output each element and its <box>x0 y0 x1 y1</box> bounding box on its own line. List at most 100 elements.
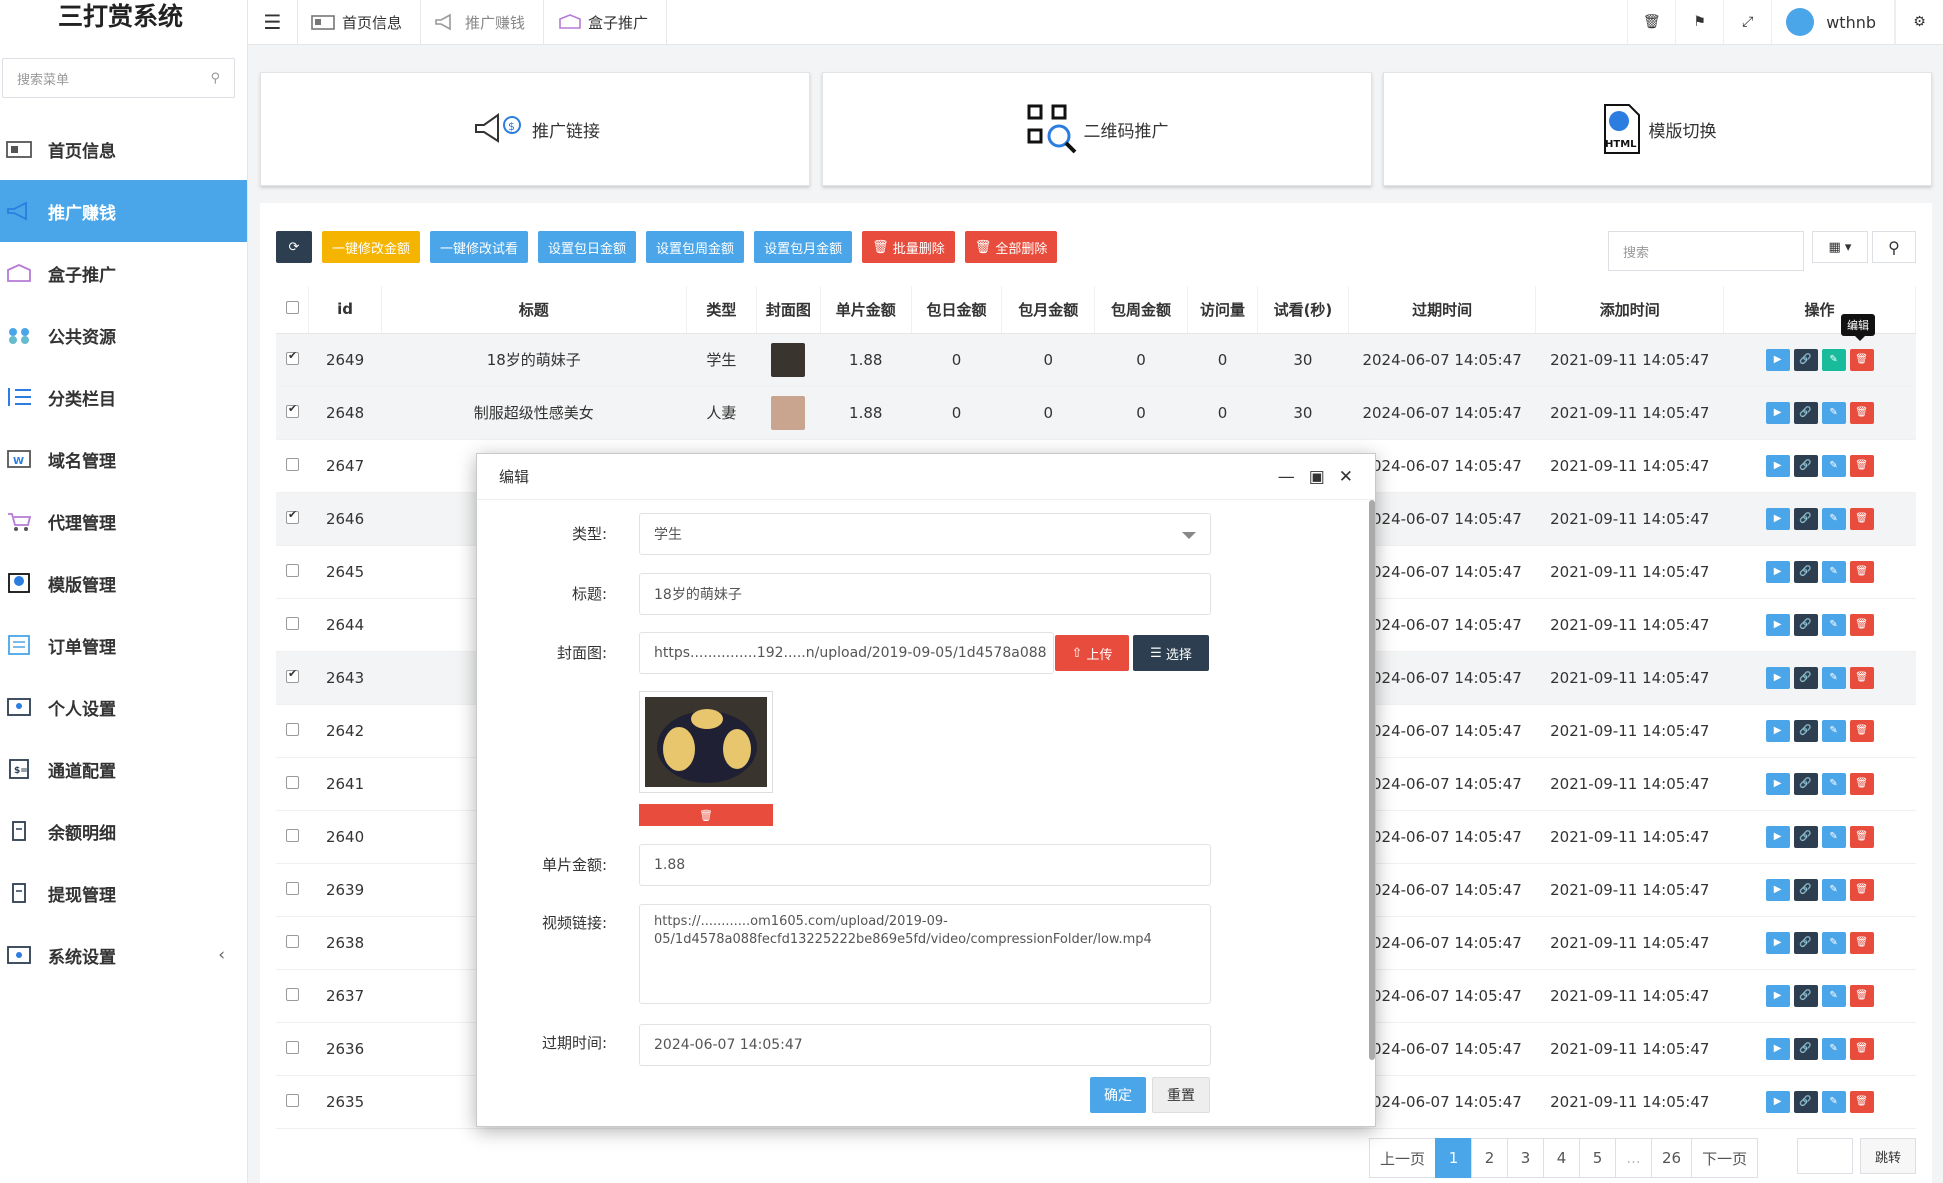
link-icon[interactable]: 🔗 <box>1793 666 1818 689</box>
edit-icon[interactable]: ✎ <box>1821 719 1846 742</box>
trash-icon[interactable]: 🗑 <box>1627 0 1675 44</box>
edit-icon[interactable]: ✎ <box>1821 931 1846 954</box>
bulk-edit-trial-button[interactable]: 一键修改试看 <box>430 231 529 263</box>
edit-icon[interactable]: ✎ <box>1821 560 1846 583</box>
row-checkbox[interactable] <box>285 775 299 789</box>
page-1[interactable]: 1 <box>1435 1138 1473 1178</box>
sidebar-item-2[interactable]: 盒子推广 <box>0 242 247 304</box>
edit-icon[interactable]: ✎ <box>1821 666 1846 689</box>
delete-icon[interactable]: 🗑 <box>1849 931 1874 954</box>
link-icon[interactable]: 🔗 <box>1793 931 1818 954</box>
preview-icon[interactable]: ▶ <box>1765 454 1790 477</box>
jump-button[interactable]: 跳转 <box>1860 1138 1916 1174</box>
prev-page-button[interactable]: 上一页 <box>1369 1138 1437 1178</box>
page-26[interactable]: 26 <box>1651 1138 1693 1178</box>
preview-icon[interactable]: ▶ <box>1765 931 1790 954</box>
upload-button[interactable]: ⇧ 上传 <box>1055 635 1129 671</box>
card-template[interactable]: HTML 模版切换 <box>1383 72 1932 186</box>
header-cover[interactable]: 封面图 <box>756 286 821 334</box>
cell-select[interactable] <box>276 651 309 705</box>
cell-select[interactable] <box>276 863 309 917</box>
user-menu[interactable]: wthnb <box>1771 0 1895 44</box>
card-qrcode[interactable]: 二维码推广 <box>822 72 1372 186</box>
sidebar-item-6[interactable]: 代理管理 <box>0 490 247 552</box>
table-search-input[interactable]: 搜索 <box>1608 231 1804 271</box>
link-icon[interactable]: 🔗 <box>1793 719 1818 742</box>
cell-select[interactable] <box>276 969 309 1023</box>
page-3[interactable]: 3 <box>1507 1138 1545 1178</box>
delete-icon[interactable]: 🗑 <box>1849 772 1874 795</box>
header-type[interactable]: 类型 <box>686 286 757 334</box>
close-icon[interactable]: ✕ <box>1339 467 1353 487</box>
row-checkbox[interactable] <box>285 828 299 842</box>
cell-select[interactable] <box>276 1022 309 1076</box>
delete-icon[interactable]: 🗑 <box>1849 401 1874 424</box>
page-5[interactable]: 5 <box>1579 1138 1617 1178</box>
preview-icon[interactable]: ▶ <box>1765 613 1790 636</box>
sidebar-item-1[interactable]: 推广赚钱 <box>0 180 247 242</box>
cell-select[interactable] <box>276 810 309 864</box>
delete-icon[interactable]: 🗑 <box>1849 507 1874 530</box>
preview-icon[interactable]: ▶ <box>1765 878 1790 901</box>
table-row[interactable]: 2648制服超级性感美女人妻1.880000302024-06-07 14:05… <box>276 386 1916 440</box>
sidebar-item-13[interactable]: 系统设置 ‹ <box>0 924 247 986</box>
delete-icon[interactable]: 🗑 <box>1849 984 1874 1007</box>
edit-icon[interactable]: ✎ <box>1821 772 1846 795</box>
link-icon[interactable]: 🔗 <box>1793 560 1818 583</box>
link-icon[interactable]: 🔗 <box>1793 772 1818 795</box>
cell-select[interactable] <box>276 757 309 811</box>
link-icon[interactable]: 🔗 <box>1793 613 1818 636</box>
delete-icon[interactable]: 🗑 <box>1849 666 1874 689</box>
row-checkbox[interactable] <box>285 1093 299 1107</box>
select-all-header[interactable] <box>276 286 310 334</box>
set-monthly-price-button[interactable]: 设置包月金额 <box>754 231 853 263</box>
link-icon[interactable]: 🔗 <box>1793 454 1818 477</box>
preview-icon[interactable]: ▶ <box>1765 1037 1790 1060</box>
link-icon[interactable]: 🔗 <box>1793 348 1818 371</box>
edit-icon[interactable]: ✎ <box>1821 454 1846 477</box>
sidebar-item-7[interactable]: 模版管理 <box>0 552 247 614</box>
row-checkbox[interactable] <box>285 616 299 630</box>
cell-select[interactable] <box>276 916 309 970</box>
price-input[interactable]: 1.88 <box>639 844 1211 886</box>
menu-toggle-icon[interactable]: ☰ <box>248 0 298 44</box>
type-select[interactable]: 学生 <box>639 513 1211 555</box>
cell-select[interactable] <box>276 386 309 440</box>
header-trial[interactable]: 试看(秒) <box>1257 286 1349 334</box>
delete-icon[interactable]: 🗑 <box>1849 1090 1874 1113</box>
sidebar-item-5[interactable]: W 域名管理 <box>0 428 247 490</box>
select-all-checkbox[interactable] <box>285 301 299 315</box>
sidebar-item-11[interactable]: 余额明细 <box>0 800 247 862</box>
row-checkbox[interactable] <box>285 987 299 1001</box>
row-checkbox[interactable] <box>285 1040 299 1054</box>
fullscreen-icon[interactable]: ⤢ <box>1723 0 1771 44</box>
next-page-button[interactable]: 下一页 <box>1691 1138 1759 1178</box>
preview-icon[interactable]: ▶ <box>1765 984 1790 1007</box>
gears-icon[interactable]: ⚙ <box>1895 0 1943 44</box>
delete-icon[interactable]: 🗑 <box>1849 613 1874 636</box>
link-icon[interactable]: 🔗 <box>1793 1090 1818 1113</box>
row-checkbox[interactable] <box>285 402 299 418</box>
language-icon[interactable]: ⚑ <box>1675 0 1723 44</box>
sidebar-item-3[interactable]: 公共资源 <box>0 304 247 366</box>
advanced-search-button[interactable]: ⚲ <box>1872 231 1916 263</box>
confirm-button[interactable]: 确定 <box>1090 1077 1146 1113</box>
minimize-icon[interactable]: — <box>1278 467 1295 487</box>
expire-input[interactable]: 2024-06-07 14:05:47 <box>639 1024 1211 1066</box>
edit-icon[interactable]: ✎ <box>1821 507 1846 530</box>
delete-icon[interactable]: 🗑 <box>1849 348 1874 371</box>
row-checkbox[interactable] <box>285 881 299 895</box>
row-checkbox[interactable] <box>285 934 299 948</box>
cell-select[interactable] <box>276 333 309 387</box>
cell-select[interactable] <box>276 598 309 652</box>
preview-icon[interactable]: ▶ <box>1765 772 1790 795</box>
cell-select[interactable] <box>276 439 309 493</box>
preview-icon[interactable]: ▶ <box>1765 1090 1790 1113</box>
row-checkbox[interactable] <box>285 349 299 365</box>
preview-icon[interactable]: ▶ <box>1765 666 1790 689</box>
link-icon[interactable]: 🔗 <box>1793 878 1818 901</box>
page-4[interactable]: 4 <box>1543 1138 1581 1178</box>
preview-icon[interactable]: ▶ <box>1765 560 1790 583</box>
batch-delete-button[interactable]: 🗑 批量删除 <box>862 231 955 263</box>
columns-toggle-button[interactable]: ▦ ▾ <box>1812 231 1868 263</box>
